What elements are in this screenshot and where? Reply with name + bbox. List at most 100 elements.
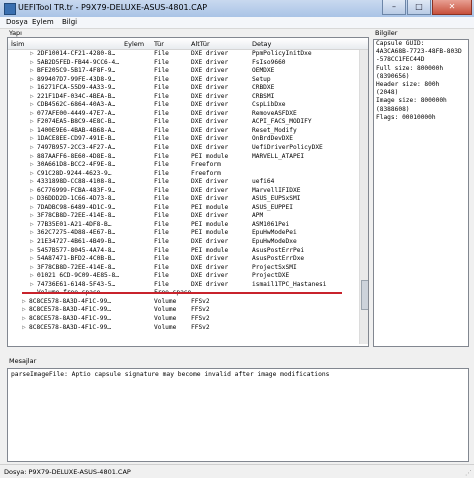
table-row[interactable]: ▷ 01021 6CD-9C09-4E85-8… File DXE driver Pro… [8, 272, 360, 281]
row-type: File [154, 195, 169, 203]
table-row[interactable]: ▷ 077AFE00-4449-47E7-A… File DXE driver Remo… [8, 110, 360, 119]
expand-arrow-icon[interactable]: ▷ [30, 93, 34, 102]
table-row[interactable]: ▷ 4331898D-CC88-4108-8… File DXE driver uefi… [8, 178, 360, 187]
table-row[interactable]: ▷ 899407D7-99FE-43D8-9… File DXE driver Setu… [8, 76, 360, 85]
expand-arrow-icon[interactable]: ▷ [22, 306, 26, 315]
row-type: File [154, 118, 169, 126]
expand-arrow-icon[interactable]: ▷ [30, 178, 34, 187]
structure-tree[interactable]: İsim Eylem Tür AltTür Detay ▷ 2DF10014-CF… [7, 37, 369, 347]
table-row[interactable]: ▷ 30A661D8-BCC2-4F9E-8… File Freeform [8, 161, 360, 170]
table-row[interactable]: ▷ 5AB2D5FED-FB44-9CC6-4… File DXE driver FsI… [8, 59, 360, 68]
expand-arrow-icon[interactable]: ▷ [30, 272, 34, 281]
column-action[interactable]: Eylem [124, 40, 144, 48]
row-text: EpuHwModeDxe [252, 238, 297, 246]
row-subtype: DXE driver [191, 238, 229, 246]
expand-arrow-icon[interactable]: ▷ [30, 187, 34, 196]
scrollbar-thumb[interactable] [361, 280, 368, 310]
expand-arrow-icon[interactable]: ▷ [30, 67, 34, 76]
expand-arrow-icon[interactable]: ▷ [30, 153, 34, 162]
table-row[interactable]: ▷ 7DADBC98-6489-4D1C-9… File PEI module ASUS… [8, 204, 360, 213]
table-row[interactable]: ▷ 77B35E01-A21-4DF8-B… File PEI module ASM10… [8, 221, 360, 230]
row-subtype: DXE driver [191, 84, 229, 92]
row-type: File [154, 246, 169, 254]
expand-arrow-icon[interactable]: ▷ [30, 110, 34, 119]
expand-arrow-icon[interactable]: ▷ [22, 315, 26, 324]
menu-action[interactable]: Eylem [32, 18, 54, 26]
message-line[interactable]: parseImageFile: Aptio capsule signature … [8, 369, 468, 380]
expand-arrow-icon[interactable]: ▷ [30, 50, 34, 59]
tree-scrollbar[interactable] [359, 50, 368, 344]
table-row[interactable]: ▷ 3F78CB8D-72EE-414E-8… File DXE driver APM [8, 212, 360, 221]
row-subtype: PEI module [191, 220, 229, 228]
expand-arrow-icon[interactable]: ▷ [30, 247, 34, 256]
table-row[interactable]: ▷ 5457B577-8045-4A74-8… File PEI module Asus… [8, 247, 360, 256]
expand-arrow-icon[interactable]: ▷ [30, 170, 34, 179]
table-row[interactable]: ▷ CDB4562C-6864-40A3-A… File DXE driver CspL… [8, 101, 360, 110]
table-row[interactable]: ▷ 6C776999-FCBA-483F-9… File DXE driver Marv… [8, 187, 360, 196]
table-row[interactable]: ▷ 8C8CE578-8A3D-4F1C-99… Volume FFSv2 [8, 298, 360, 307]
expand-arrow-icon[interactable]: ▷ [30, 238, 34, 247]
expand-arrow-icon[interactable]: ▷ [30, 204, 34, 213]
minimize-button[interactable]: – [382, 0, 406, 15]
row-text: ProjectDXE [252, 272, 290, 280]
row-name: BFE205C9-5B17-4F8F-9… [37, 67, 116, 75]
table-row[interactable]: ▷ D36DDD2D-1C66-4D73-8… File DXE driver ASUS… [8, 195, 360, 204]
table-row[interactable]: ▷ BFE205C9-5B17-4F8F-9… File DXE driver OEMD… [8, 67, 360, 76]
table-row[interactable]: ▷ 54A87471-BFD2-4C0B-B… File DXE driver Asus… [8, 255, 360, 264]
expand-arrow-icon[interactable]: ▷ [30, 127, 34, 136]
expand-arrow-icon[interactable]: ▷ [30, 118, 34, 127]
table-row[interactable]: ▷ 74736E61-6148-5F43-5… File DXE driver isma… [8, 281, 360, 290]
table-row[interactable]: ▷ 887AAFF6-8E60-4D8E-8… File PEI module MARV… [8, 153, 360, 162]
expand-arrow-icon[interactable]: ▷ [22, 324, 26, 333]
expand-arrow-icon[interactable]: ▷ [30, 281, 34, 290]
table-row[interactable]: ▷ 2DF10014-CF21-4280-8… File DXE driver PpmP… [8, 50, 360, 59]
row-subtype: DXE driver [191, 101, 229, 109]
table-row[interactable]: ▷ 7497B957-2CC3-4F27-A… File DXE driver Uefi… [8, 144, 360, 153]
table-row[interactable]: ▷ 8C8CE578-8A3D-4F1C-99… Volume FFSv2 [8, 306, 360, 315]
expand-arrow-icon[interactable]: ▷ [30, 135, 34, 144]
expand-arrow-icon[interactable]: ▷ [30, 101, 34, 110]
column-text[interactable]: Detay [252, 40, 271, 48]
messages-panel: parseImageFile: Aptio capsule signature … [7, 368, 469, 462]
expand-arrow-icon[interactable]: ▷ [30, 221, 34, 230]
menu-info[interactable]: Bilgi [62, 18, 77, 26]
table-row[interactable]: ▷ 1DACE8EE-CD97-491E-B… File DXE driver OnBr… [8, 135, 360, 144]
row-name: CDB4562C-6864-40A3-A… [37, 101, 116, 109]
column-name[interactable]: İsim [11, 40, 24, 48]
table-row[interactable]: ▷ 3F78CB8D-72EE-414E-8… File DXE driver Proj… [8, 264, 360, 273]
expand-arrow-icon[interactable]: ▷ [30, 59, 34, 68]
expand-arrow-icon[interactable]: ▷ [30, 144, 34, 153]
table-row[interactable]: ▷ F2074EA5-B8C9-4E8C-B… File DXE driver ACPI… [8, 118, 360, 127]
maximize-button[interactable]: □ [407, 0, 431, 15]
row-subtype: PEI module [191, 152, 229, 160]
expand-arrow-icon[interactable]: ▷ [30, 255, 34, 264]
table-row[interactable]: ▷ C91C28D-9244-4623-9… File Freeform [8, 170, 360, 179]
column-subtype[interactable]: AltTür [191, 40, 210, 48]
expand-arrow-icon[interactable]: ▷ [30, 264, 34, 273]
row-subtype: FFSv2 [191, 323, 210, 331]
expand-arrow-icon[interactable]: ▷ [30, 84, 34, 93]
table-row[interactable]: ▷ 1400E9E6-4BAB-4B68-A… File DXE driver Rese… [8, 127, 360, 136]
expand-arrow-icon[interactable]: ▷ [22, 298, 26, 307]
close-button[interactable]: ✕ [432, 0, 472, 15]
row-name: 5457B577-8045-4A74-8… [37, 246, 116, 254]
table-row[interactable]: ▷ 21E34727-4B61-4B49-B… File DXE driver EpuH… [8, 238, 360, 247]
expand-arrow-icon[interactable]: ▷ [30, 161, 34, 170]
row-subtype: DXE driver [191, 118, 229, 126]
expand-arrow-icon[interactable]: ▷ [30, 229, 34, 238]
table-row[interactable]: ▷ 362C7275-4D88-4E67-B… File PEI module EpuH… [8, 229, 360, 238]
resize-grip[interactable]: ⋰ [465, 469, 472, 477]
table-row[interactable]: ▷ 16271FCA-55D9-4A33-9… File DXE driver CRBD… [8, 84, 360, 93]
row-text: RemoveASFDXE [252, 109, 297, 117]
menu-file[interactable]: Dosya [6, 18, 28, 26]
row-name: 899407D7-99FE-43D8-9… [37, 75, 116, 83]
table-row[interactable]: ▷ 221F1D4F-034C-4BEA-B… File DXE driver CRBS… [8, 93, 360, 102]
row-subtype: DXE driver [191, 263, 229, 271]
table-row[interactable]: ▷ 8C8CE578-8A3D-4F1C-99… Volume FFSv2 [8, 324, 360, 333]
messages-label: Mesajlar [9, 357, 37, 365]
expand-arrow-icon[interactable]: ▷ [30, 212, 34, 221]
table-row[interactable]: ▷ 8C8CE578-8A3D-4F1C-99… Volume FFSv2 [8, 315, 360, 324]
column-type[interactable]: Tür [154, 40, 164, 48]
expand-arrow-icon[interactable]: ▷ [30, 76, 34, 85]
expand-arrow-icon[interactable]: ▷ [30, 195, 34, 204]
